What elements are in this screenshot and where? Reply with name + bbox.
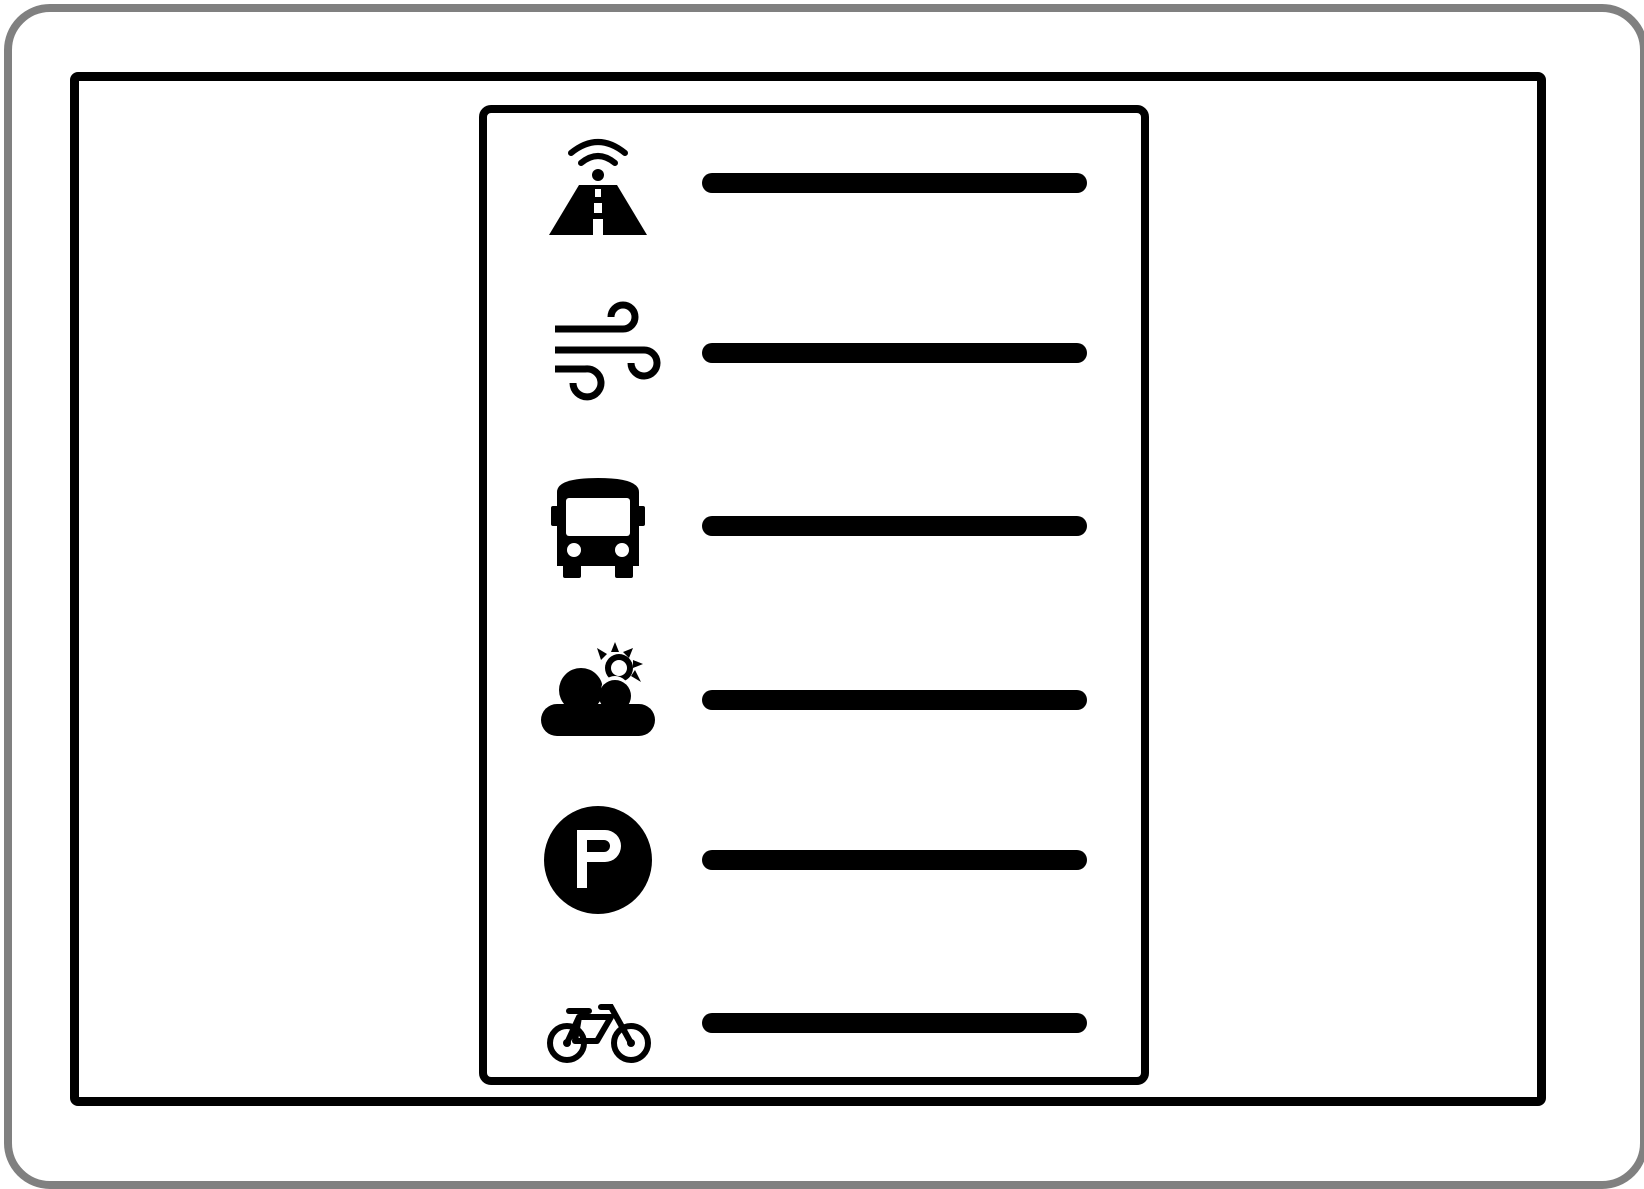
row-label: [487, 293, 488, 294]
smart-road-icon: [535, 123, 661, 243]
row-label: [487, 123, 488, 124]
row-label: [487, 963, 488, 964]
row-label: [487, 640, 488, 641]
list-item-bicycle: [487, 963, 1141, 1083]
list-item-wind: [487, 293, 1141, 413]
row-text-placeholder: [702, 173, 1087, 193]
parking-icon: [535, 800, 661, 920]
partly-cloudy-icon: [535, 640, 661, 760]
list-item-parking: [487, 800, 1141, 920]
row-label: [487, 466, 488, 467]
row-text-placeholder: [702, 690, 1087, 710]
row-text-placeholder: [702, 343, 1087, 363]
info-panel: [479, 105, 1149, 1085]
wind-icon: [535, 293, 661, 413]
list-item-bus: [487, 466, 1141, 586]
list-item-smart-road: [487, 123, 1141, 243]
row-text-placeholder: [702, 516, 1087, 536]
bicycle-icon: [535, 963, 661, 1083]
bus-icon: [535, 466, 661, 586]
row-label: [487, 800, 488, 801]
list-item-weather: [487, 640, 1141, 760]
row-text-placeholder: [702, 850, 1087, 870]
row-text-placeholder: [702, 1013, 1087, 1033]
